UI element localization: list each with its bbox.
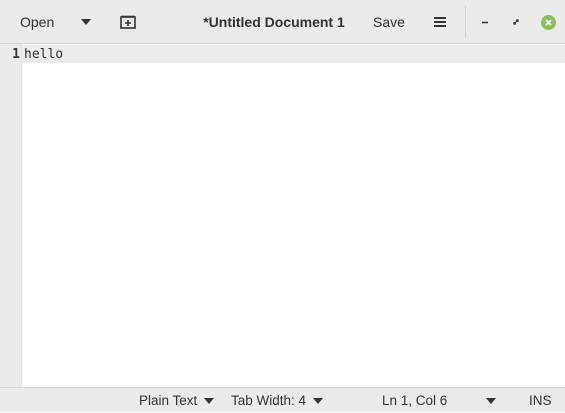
cursor-position-label: Ln 1, Col 6 [382,393,448,408]
current-line-highlight [22,45,565,63]
save-button-label: Save [373,14,405,30]
tab-width-label: Tab Width: 4 [231,393,307,408]
insert-mode-indicator[interactable]: INS [529,388,552,413]
save-button[interactable]: Save [366,9,412,35]
header-separator [465,6,466,38]
new-tab-icon [120,15,136,29]
hamburger-menu-icon [434,17,446,27]
close-icon [540,14,556,30]
chevron-down-icon [204,397,215,404]
document-title-text: *Untitled Document 1 [203,14,345,30]
minimize-icon [482,21,488,24]
insert-mode-label: INS [529,393,552,408]
maximize-icon [513,19,519,25]
text-editor[interactable]: hello [22,44,565,387]
open-button[interactable]: Open [8,9,66,35]
language-selector[interactable]: Plain Text [139,388,215,413]
header-bar: Open *Untitled Document 1 Save [0,0,565,44]
chevron-down-icon [486,397,496,404]
chevron-down-icon [313,397,324,404]
close-button[interactable] [537,10,559,34]
cursor-position-dropdown[interactable] [486,388,496,413]
open-button-label: Open [20,14,55,30]
open-dropdown-button[interactable] [73,9,99,35]
line-number-gutter: 1 [0,44,22,387]
tab-width-selector[interactable]: Tab Width: 4 [231,388,324,413]
cursor-position[interactable]: Ln 1, Col 6 [382,388,447,413]
line-number: 1 [12,47,20,62]
chevron-down-icon [81,19,91,25]
editor-line[interactable]: hello [24,46,63,63]
language-label: Plain Text [139,393,198,408]
new-tab-button[interactable] [114,9,142,35]
menu-button[interactable] [428,9,452,35]
status-bar: Plain Text Tab Width: 4 Ln 1, Col 6 INS [0,387,565,412]
minimize-button[interactable] [474,10,496,34]
document-title: *Untitled Document 1 [190,9,358,35]
maximize-button[interactable] [505,10,527,34]
